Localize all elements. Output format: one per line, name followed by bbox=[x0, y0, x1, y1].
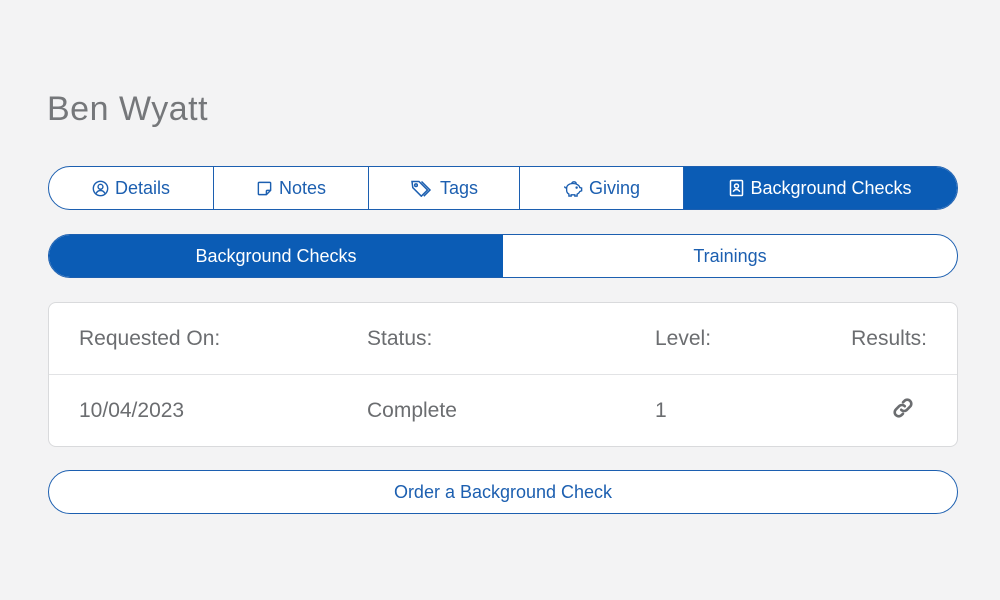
column-header-status: Status: bbox=[367, 326, 433, 350]
requested-on-value: 10/04/2023 bbox=[79, 399, 185, 422]
table-header-row: Requested On: Status: Level: Results: bbox=[49, 303, 957, 375]
tab-details[interactable]: Details bbox=[49, 167, 214, 209]
id-badge-icon bbox=[729, 179, 744, 197]
link-icon[interactable] bbox=[891, 396, 915, 426]
profile-tab-bar: Details Notes Tags Giving Background Che… bbox=[48, 166, 958, 210]
tab-giving[interactable]: Giving bbox=[520, 167, 684, 209]
tab-background-checks[interactable]: Background Checks bbox=[684, 167, 957, 209]
level-value: 1 bbox=[655, 399, 667, 422]
tab-notes[interactable]: Notes bbox=[214, 167, 369, 209]
column-header-requested-on: Requested On: bbox=[79, 326, 221, 350]
piggy-bank-icon bbox=[563, 180, 583, 197]
tab-label: Giving bbox=[588, 177, 641, 198]
user-circle-icon bbox=[92, 180, 109, 197]
person-profile-page: Ben Wyatt Details Notes Tags Giving Back… bbox=[0, 0, 1000, 600]
person-name: Ben Wyatt bbox=[47, 90, 209, 128]
table-row: 10/04/2023 Complete 1 bbox=[49, 375, 957, 447]
order-background-check-button[interactable]: Order a Background Check bbox=[48, 470, 958, 514]
background-subtab-toggle: Background Checks Trainings bbox=[48, 234, 958, 278]
tab-label: Notes bbox=[278, 177, 327, 198]
tab-label: Tags bbox=[439, 177, 479, 198]
subtab-background-checks[interactable]: Background Checks bbox=[49, 235, 503, 277]
subtab-trainings[interactable]: Trainings bbox=[503, 235, 957, 277]
tags-icon bbox=[410, 179, 434, 197]
background-checks-table: Requested On: Status: Level: Results: 10… bbox=[48, 302, 958, 447]
status-value: Complete bbox=[367, 399, 457, 422]
tab-tags[interactable]: Tags bbox=[369, 167, 520, 209]
note-icon bbox=[256, 180, 273, 197]
tab-label: Details bbox=[114, 177, 171, 198]
column-header-level: Level: bbox=[655, 326, 712, 350]
tab-label: Background Checks bbox=[750, 177, 912, 198]
column-header-results: Results: bbox=[851, 326, 927, 350]
